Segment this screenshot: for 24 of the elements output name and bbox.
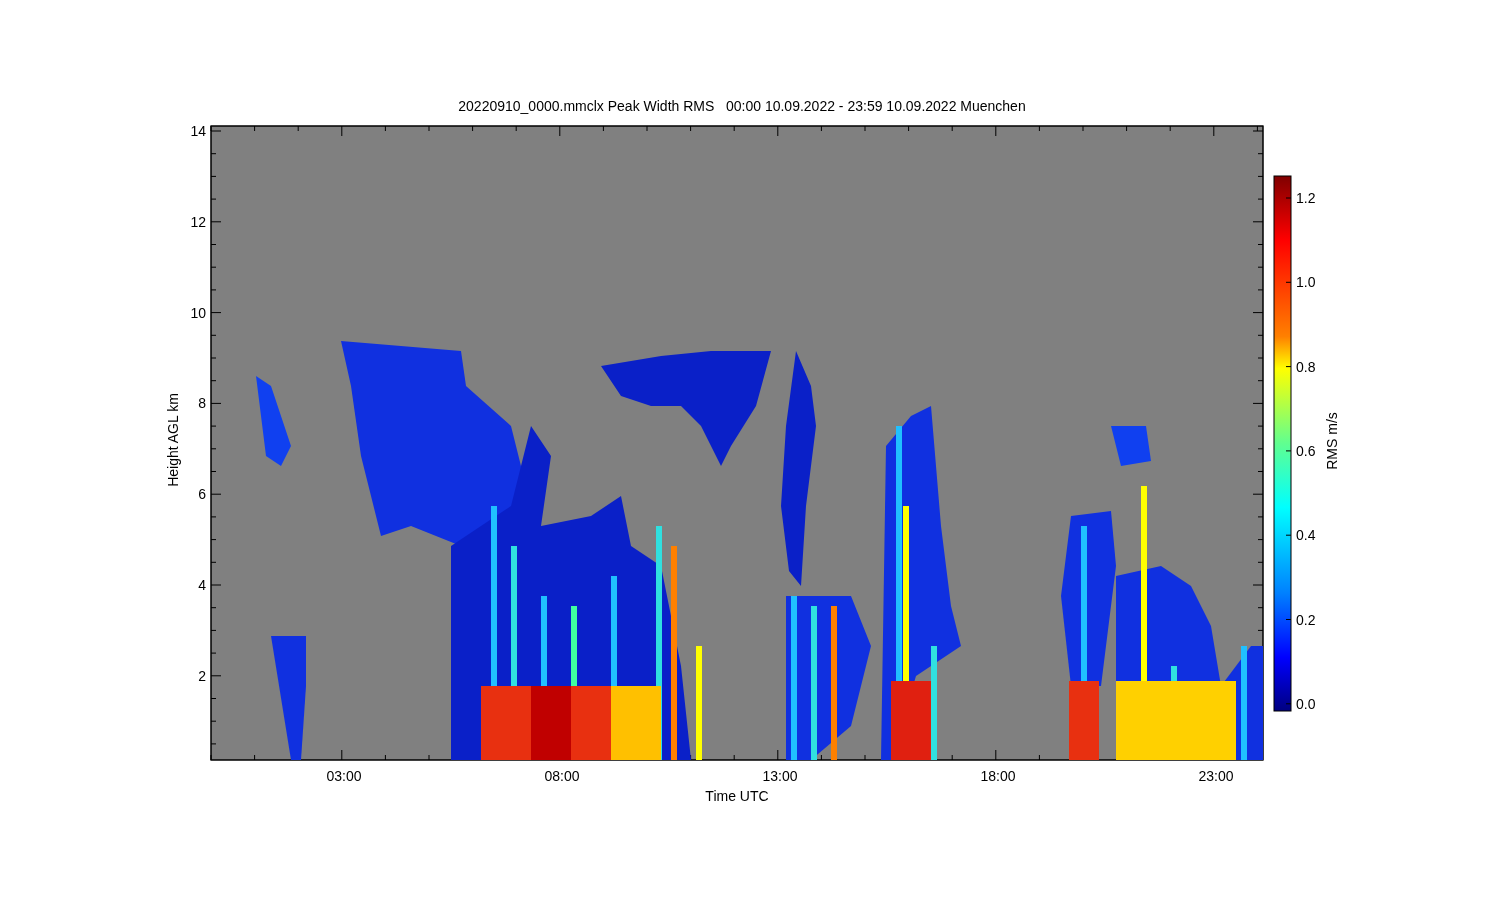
axis-tick-label: 14 (189, 123, 206, 139)
colorbar-tick-label: 0.4 (1296, 527, 1316, 544)
x-axis-label: Time UTC (704, 787, 770, 805)
colorbar-tick-label: 1.0 (1296, 274, 1316, 291)
axis-tick-label: 08:00 (543, 768, 581, 784)
echo-region (1111, 426, 1151, 466)
colorbar-tick-label: 0.2 (1296, 611, 1316, 628)
colorbar-tick-label: 1.2 (1296, 190, 1316, 206)
colorbar-tick-label: 0.0 (1296, 695, 1316, 712)
axis-tick-label: 8 (197, 395, 206, 412)
axis-tick-label: 03:00 (325, 768, 363, 784)
y-axis-label: Height AGL km (164, 392, 182, 489)
axis-tick-label: 23:00 (1197, 768, 1235, 784)
colorbar-tick-label: 0.6 (1296, 442, 1316, 459)
axis-tick-label: 13:00 (761, 768, 799, 784)
axis-tick-label: 10 (189, 304, 206, 321)
axis-tick-label: 2 (197, 667, 206, 684)
axis-tick-label: 12 (189, 213, 206, 230)
colorbar-tick-label: 0.8 (1296, 358, 1316, 375)
axis-tick-label: 6 (197, 486, 206, 503)
axis-tick-label: 4 (197, 577, 206, 593)
colorbar-label: RMS m/s (1323, 411, 1341, 472)
plot-title: 20220910_0000.mmclx Peak Width RMS 00:00 10.09.2022 - 23:59 10.09.2022 Muenchen (457, 98, 1027, 114)
axis-tick-label: 18:00 (979, 768, 1017, 784)
